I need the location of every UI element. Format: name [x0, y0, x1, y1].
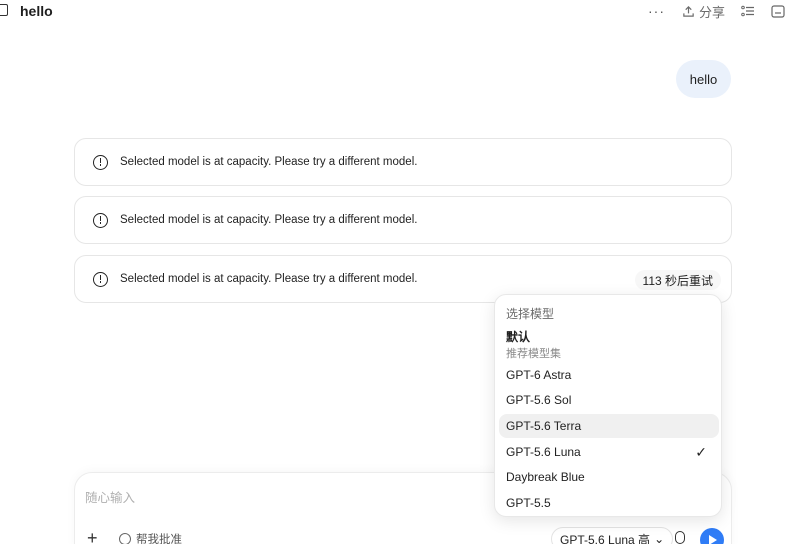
chevron-down-icon: ⌄: [654, 532, 665, 544]
help-label: 帮我批准: [136, 534, 182, 544]
top-bar: hello ··· 分享: [0, 0, 800, 24]
error-message: Selected model is at capacity. Please tr…: [120, 214, 418, 226]
model-option[interactable]: GPT-5.6 Sol: [499, 388, 719, 412]
model-option-label: GPT-5.6 Sol: [506, 393, 572, 407]
model-option-label: GPT-5.6 Terra: [506, 419, 582, 433]
model-option-label: GPT-5.6 Luna: [506, 445, 581, 459]
send-button[interactable]: [700, 528, 724, 544]
menu-heading: 选择模型: [506, 307, 555, 321]
side-panel-button[interactable]: [771, 2, 785, 20]
model-option-label: Daybreak Blue: [506, 470, 585, 484]
default-description: 推荐模型集: [506, 348, 561, 360]
message-input[interactable]: 随心输入: [85, 487, 135, 506]
error-card: Selected model is at capacity. Please tr…: [74, 138, 732, 186]
error-card: Selected model is at capacity. Please tr…: [74, 196, 732, 244]
user-message-bubble: hello: [676, 60, 731, 98]
model-option[interactable]: GPT-6 Astra: [499, 363, 719, 387]
outline-button[interactable]: [741, 2, 755, 20]
share-icon: [683, 5, 694, 17]
model-option[interactable]: GPT-5.6 Terra: [499, 414, 719, 438]
model-option-label: GPT-6 Astra: [506, 368, 572, 382]
list-icon: [741, 5, 754, 16]
alert-icon: [93, 271, 108, 287]
checkmark-icon: ✓: [695, 444, 707, 460]
add-attachment-button[interactable]: +: [87, 529, 98, 544]
panel-icon: [771, 4, 785, 18]
model-option[interactable]: GPT-5.6 Luna ✓: [499, 440, 719, 464]
error-message: Selected model is at capacity. Please tr…: [120, 273, 418, 285]
chat-title: hello: [20, 3, 53, 19]
retry-countdown[interactable]: 113 秒后重试: [634, 270, 721, 290]
model-option[interactable]: GPT-5.5: [499, 491, 719, 515]
error-message: Selected model is at capacity. Please tr…: [120, 156, 418, 168]
share-label: 分享: [699, 4, 726, 20]
model-selector-label: GPT-5.6 Luna 高: [560, 532, 651, 544]
model-option-label: GPT-5.5: [506, 496, 551, 510]
smile-icon: [119, 533, 131, 544]
alert-icon: [93, 154, 108, 170]
model-option[interactable]: Daybreak Blue: [499, 465, 719, 489]
share-button[interactable]: 分享: [682, 2, 725, 20]
more-options-button[interactable]: ···: [648, 2, 665, 20]
microphone-icon[interactable]: [675, 531, 685, 544]
folder-icon[interactable]: [0, 4, 8, 16]
help-me-approve-button[interactable]: 帮我批准: [119, 531, 182, 544]
alert-icon: [93, 212, 108, 228]
model-dropdown-menu: 选择模型 默认 推荐模型集 GPT-6 Astra GPT-5.6 Sol GP…: [494, 294, 722, 517]
model-selector-button[interactable]: GPT-5.6 Luna 高 ⌄: [551, 527, 674, 544]
model-option-default[interactable]: 默认: [506, 328, 530, 345]
